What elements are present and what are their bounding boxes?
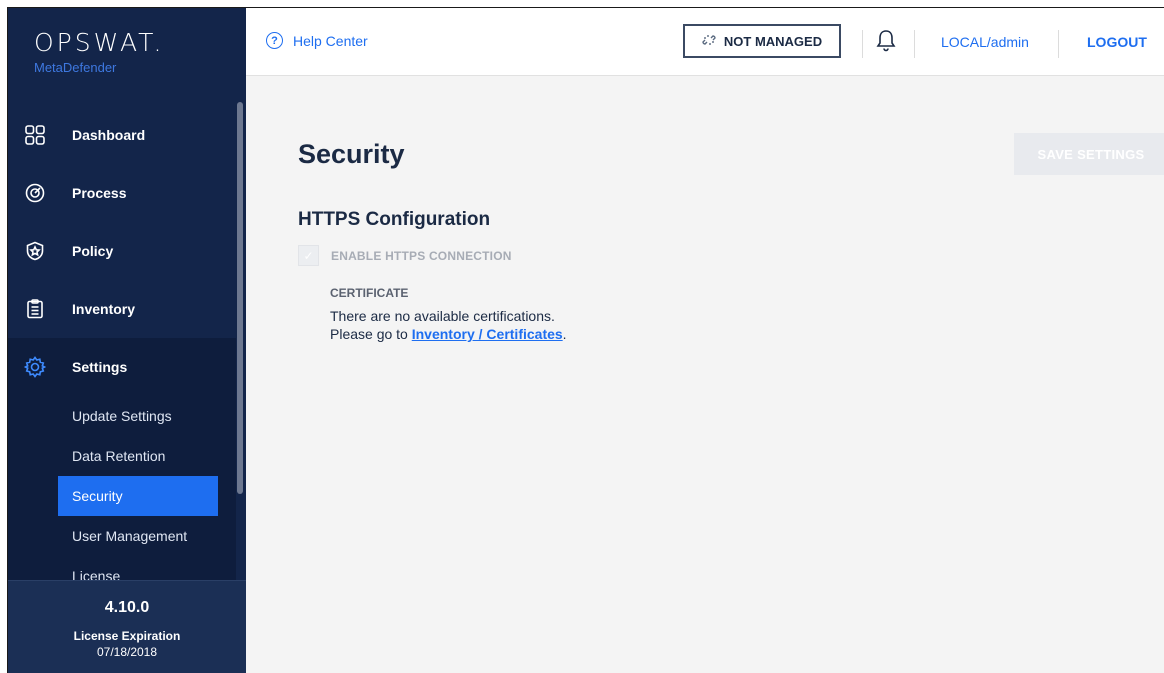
sidebar-item-process[interactable]: Process	[8, 164, 236, 222]
sidebar-item-label: Inventory	[72, 301, 136, 317]
not-managed-label: NOT MANAGED	[723, 33, 823, 49]
dashboard-grid-icon	[24, 124, 46, 146]
brand: OPSWAT. MetaDefender	[8, 8, 246, 109]
top-bar: ? Help Center NOT MANAGED LOCAL/admin LO…	[246, 8, 1164, 76]
sidebar: OPSWAT. MetaDefender Dashboard Process P…	[8, 8, 246, 673]
not-managed-button[interactable]: NOT MANAGED	[683, 24, 841, 58]
enable-https-checkbox[interactable]: ✓	[298, 245, 319, 266]
subnav-item-data-retention[interactable]: Data Retention	[8, 436, 218, 476]
process-target-icon	[24, 182, 46, 204]
sidebar-item-dashboard[interactable]: Dashboard	[8, 106, 236, 164]
go-to-suffix: .	[562, 326, 567, 342]
version-number: 4.10.0	[104, 599, 150, 616]
no-certificates-text: There are no available certifications.	[330, 308, 555, 324]
topbar-divider	[862, 30, 863, 58]
certificate-label: CERTIFICATE	[330, 286, 409, 300]
subnav-item-security[interactable]: Security	[58, 476, 218, 516]
sidebar-scrollbar[interactable]	[237, 102, 243, 494]
sidebar-item-inventory[interactable]: Inventory	[8, 280, 236, 338]
help-center-label: Help Center	[293, 32, 368, 49]
enable-https-label: ENABLE HTTPS CONNECTION	[331, 248, 512, 263]
app-frame: OPSWAT. MetaDefender Dashboard Process P…	[7, 7, 1164, 673]
logout-button[interactable]: LOGOUT	[1087, 34, 1147, 50]
license-expiration-label: License Expiration	[73, 629, 181, 643]
go-to-certificates-text: Please go to Inventory / Certificates.	[330, 325, 567, 343]
sidebar-footer: 4.10.0 License Expiration 07/18/2018	[8, 580, 246, 673]
main-area: ? Help Center NOT MANAGED LOCAL/admin LO…	[246, 8, 1164, 673]
security-settings-content: Security SAVE SETTINGS HTTPS Configurati…	[298, 76, 1164, 673]
inventory-clipboard-icon	[24, 298, 46, 320]
https-checkbox-row: ✓ ENABLE HTTPS CONNECTION	[298, 245, 512, 266]
sidebar-item-label: Settings	[72, 359, 128, 375]
topbar-divider	[914, 30, 915, 58]
certificate-message: There are no available certifications. P…	[330, 307, 567, 343]
sidebar-item-label: Policy	[72, 243, 114, 259]
sidebar-item-settings[interactable]: Settings	[8, 338, 236, 396]
brand-logo[interactable]: OPSWAT.	[34, 30, 246, 55]
inventory-certificates-link[interactable]: Inventory / Certificates	[412, 326, 563, 342]
go-to-prefix: Please go to	[330, 326, 412, 342]
sidebar-item-policy[interactable]: Policy	[8, 222, 236, 280]
page-title: Security	[298, 139, 405, 169]
https-section-title: HTTPS Configuration	[298, 209, 491, 230]
save-settings-button[interactable]: SAVE SETTINGS	[1014, 133, 1164, 175]
sidebar-item-label: Process	[72, 185, 127, 201]
product-name: MetaDefender	[34, 60, 117, 75]
license-expiration-date: 07/18/2018	[96, 645, 158, 659]
topbar-divider	[1058, 30, 1059, 58]
sidebar-item-label: Dashboard	[72, 127, 146, 143]
policy-shield-icon	[24, 240, 46, 262]
notifications-bell-icon[interactable]	[876, 29, 896, 53]
subnav-item-update-settings[interactable]: Update Settings	[8, 396, 218, 436]
settings-gear-icon	[24, 356, 46, 378]
broken-link-icon	[702, 33, 716, 50]
question-circle-icon: ?	[266, 32, 283, 49]
user-account-link[interactable]: LOCAL/admin	[941, 34, 1029, 50]
settings-subnav: Update Settings Data Retention Security …	[8, 396, 236, 602]
sidebar-nav: Dashboard Process Policy Inventory Setti…	[8, 106, 236, 602]
help-center-link[interactable]: ? Help Center	[266, 32, 368, 49]
subnav-item-user-management[interactable]: User Management	[8, 516, 218, 556]
